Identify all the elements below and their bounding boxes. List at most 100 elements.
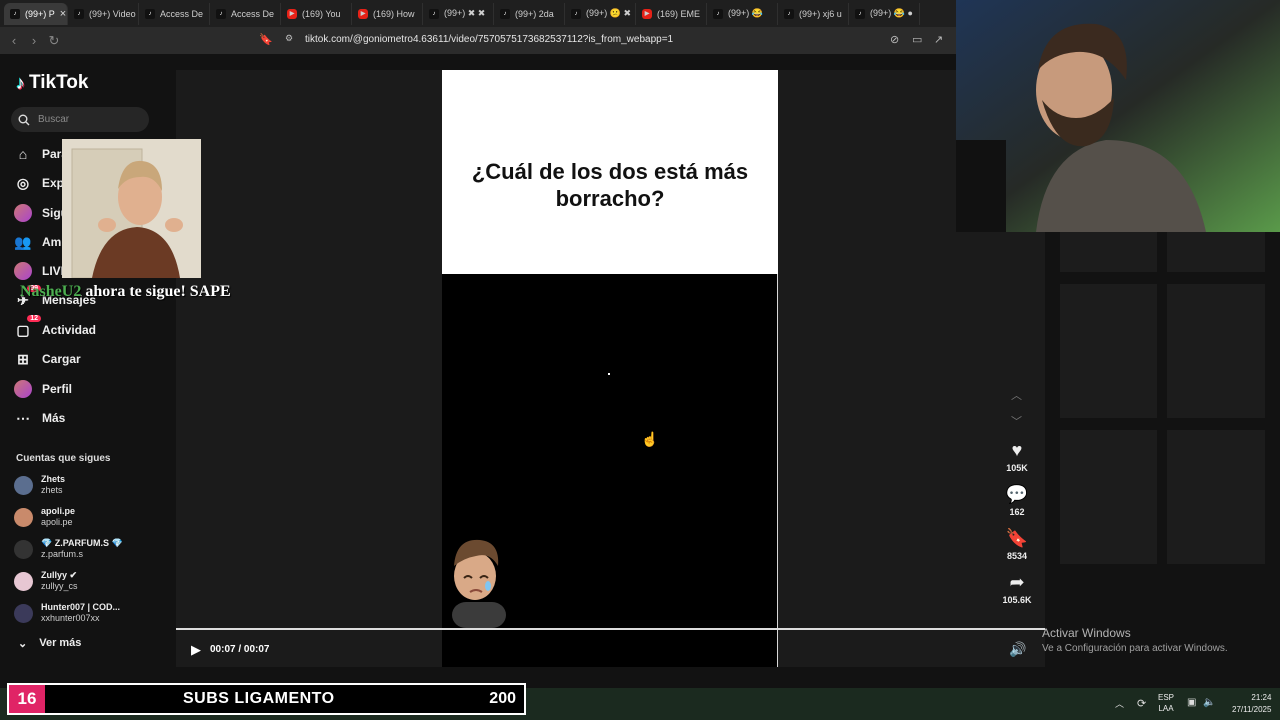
- share-button[interactable]: ➦ 105.6K: [997, 572, 1037, 605]
- address-bar: ‹ › ↻ 🔖 ⚙ tiktok.com/@goniometro4.63611/…: [0, 27, 956, 54]
- windows-activation-title: Activar Windows: [1042, 626, 1131, 640]
- follower-name: NasheU2: [20, 283, 82, 300]
- tracking-icon[interactable]: ⊘: [890, 33, 899, 46]
- forward-icon[interactable]: ›: [24, 33, 44, 48]
- previous-video-icon[interactable]: ︿: [1011, 387, 1022, 403]
- sidebar-item-profile[interactable]: Perfil: [14, 378, 164, 400]
- browser-tab[interactable]: ♪ (99+) P ×: [4, 2, 68, 25]
- more-icon: ⋯: [16, 409, 30, 426]
- play-icon[interactable]: ▶: [191, 642, 201, 658]
- tiktok-favicon-icon: ♪: [145, 8, 155, 19]
- video-dot: [608, 373, 610, 375]
- video-progress-bar[interactable]: [176, 628, 1045, 630]
- account-handle: z.parfum.s: [41, 549, 84, 559]
- browser-tab[interactable]: ▶ (169) You: [281, 2, 352, 25]
- browser-tab[interactable]: ♪ (99+) ✖ ✖: [423, 2, 494, 25]
- save-button[interactable]: 🔖 8534: [997, 528, 1037, 561]
- account-names: apoli.pe apoli.pe: [41, 506, 75, 528]
- tab-label: (169) How: [373, 8, 415, 19]
- video-thumbnail[interactable]: [1167, 430, 1265, 564]
- network-icon[interactable]: ▣: [1187, 697, 1196, 708]
- account-display-name: 💎 Z.PARFUM.S 💎: [41, 538, 123, 548]
- browser-tab[interactable]: ♪ (99+) 2da: [494, 2, 565, 25]
- follow-alert-image: [62, 139, 201, 278]
- follow-message: ahora te sigue! SAPE: [85, 283, 231, 300]
- account-display-name: Zhets: [41, 474, 66, 484]
- following-item[interactable]: Hunter007 | COD... xxhunter007xx: [14, 600, 164, 626]
- following-item[interactable]: 💎 Z.PARFUM.S 💎 z.parfum.s: [14, 536, 164, 562]
- browser-tab[interactable]: ▶ (169) How: [352, 2, 423, 25]
- following-item[interactable]: Zhets zhets: [14, 472, 164, 498]
- like-button[interactable]: ♥ 105K: [997, 440, 1037, 473]
- tab-label: (99+) 😕 ✖: [586, 8, 632, 18]
- account-names: Zullyy ✔ zullyy_cs: [41, 570, 78, 592]
- chevron-down-icon: ⌄: [18, 638, 28, 650]
- see-more-button[interactable]: ⌄ Ver más: [18, 637, 81, 650]
- speaker-icon[interactable]: 🔈: [1203, 697, 1215, 708]
- bookmark-icon[interactable]: 🔖: [259, 33, 273, 46]
- tab-label: (99+) Video: [89, 8, 136, 19]
- tiktok-favicon-icon: ♪: [784, 8, 794, 19]
- tab-label: (99+) 😂: [728, 8, 763, 18]
- browser-tab[interactable]: ▶ (169) EME: [636, 2, 707, 25]
- site-info-icon[interactable]: ⚙: [285, 33, 293, 44]
- search-input[interactable]: Buscar: [11, 107, 149, 132]
- sync-icon[interactable]: ⟳: [1137, 697, 1146, 710]
- language-indicator[interactable]: ESP LAA: [1158, 692, 1174, 714]
- tray-chevron-icon[interactable]: ︿: [1115, 697, 1124, 710]
- avatar: [14, 475, 33, 495]
- browser-tab[interactable]: ♪ (99+) xj6 u: [778, 2, 849, 25]
- share-count: 105.6K: [1002, 595, 1032, 605]
- video-thumbnail[interactable]: [1167, 232, 1265, 272]
- video-thumbnail[interactable]: [1167, 284, 1265, 418]
- laughing-man-image: [62, 139, 201, 278]
- friends-icon: 👥: [14, 233, 32, 250]
- tiktok-favicon-icon: ♪: [74, 8, 84, 19]
- share-icon[interactable]: ↗: [934, 33, 943, 46]
- video-thumbnail[interactable]: [1060, 232, 1157, 272]
- reload-icon[interactable]: ↻: [44, 33, 64, 49]
- tiktok-favicon-icon: ♪: [429, 8, 439, 19]
- browser-tab[interactable]: ♪ (99+) 😂 ●: [849, 2, 920, 25]
- logo-text: TikTok: [29, 72, 89, 93]
- youtube-favicon-icon: ▶: [642, 8, 652, 19]
- account-display-name: Zullyy ✔: [41, 570, 78, 580]
- taskbar-clock[interactable]: 21:24 27/11/2025: [1232, 692, 1271, 716]
- browser-tab[interactable]: ♪ Access De: [139, 2, 210, 25]
- follow-alert-text: NasheU2 ahora te sigue! SAPE: [20, 283, 231, 301]
- avatar: [14, 539, 33, 559]
- comment-button[interactable]: 💬 162: [997, 484, 1037, 517]
- avatar: [14, 603, 33, 623]
- notification-badge: 12: [27, 315, 41, 322]
- following-item[interactable]: Zullyy ✔ zullyy_cs: [14, 568, 164, 594]
- bookmark-icon: 🔖: [1005, 528, 1029, 548]
- video-thumbnail[interactable]: [1060, 430, 1157, 564]
- live-icon: [14, 262, 32, 280]
- sidebar-item-activity[interactable]: ▢ 12 Actividad: [14, 315, 164, 341]
- following-item[interactable]: apoli.pe apoli.pe: [14, 504, 164, 530]
- tiktok-logo[interactable]: ♪ TikTok: [16, 72, 88, 94]
- hand-cursor-icon: ☝: [641, 431, 659, 447]
- sidebar-item-more[interactable]: ⋯ Más: [14, 407, 164, 429]
- sidebar-item-upload[interactable]: ⊞ Cargar: [14, 348, 164, 370]
- subs-count: 16: [9, 685, 45, 713]
- back-icon[interactable]: ‹: [4, 33, 24, 48]
- browser-tab[interactable]: ♪ (99+) Video: [68, 2, 139, 25]
- profile-icon: [14, 380, 32, 398]
- see-more-label: Ver más: [39, 637, 82, 649]
- tiktok-note-icon: ♪: [16, 72, 25, 93]
- volume-icon[interactable]: 🔊: [1009, 641, 1026, 658]
- tiktok-favicon-icon: ♪: [500, 8, 510, 19]
- browser-tab[interactable]: ♪ (99+) 😕 ✖: [565, 2, 636, 25]
- browser-tab[interactable]: ♪ (99+) 😂: [707, 2, 778, 25]
- next-video-icon[interactable]: ﹀: [1011, 413, 1022, 429]
- url-field[interactable]: tiktok.com/@goniometro4.63611/video/7570…: [305, 34, 673, 45]
- tab-label: (99+) ✖ ✖: [444, 8, 486, 18]
- video-thumbnail[interactable]: [1060, 284, 1157, 418]
- tab-label: (99+) 😂 ●: [870, 8, 913, 18]
- cast-icon[interactable]: ▭: [912, 33, 922, 46]
- streamer-webcam: [956, 0, 1280, 232]
- upload-icon: ⊞: [17, 350, 29, 367]
- close-tab-icon[interactable]: ×: [60, 8, 66, 20]
- browser-tab[interactable]: ♪ Access De: [210, 2, 281, 25]
